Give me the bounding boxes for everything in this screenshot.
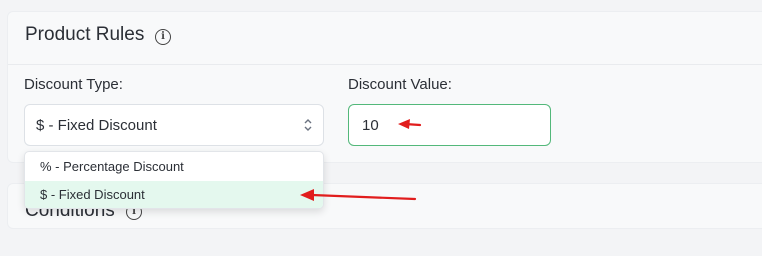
discount-type-select[interactable]: $ - Fixed Discount — [24, 104, 324, 146]
product-rules-title: Product Rules — [25, 24, 145, 45]
option-fixed-discount[interactable]: $ - Fixed Discount — [25, 181, 323, 208]
info-icon[interactable]: i — [155, 29, 171, 45]
chevron-up-down-icon — [304, 119, 312, 131]
option-percentage-discount[interactable]: % - Percentage Discount — [25, 153, 323, 181]
discount-type-dropdown: % - Percentage Discount $ - Fixed Discou… — [24, 151, 324, 209]
discount-type-selected-value: $ - Fixed Discount — [36, 117, 157, 134]
product-rules-header: Product Rules i — [8, 12, 762, 65]
discount-value-label: Discount Value: — [348, 76, 452, 93]
discount-value-input[interactable] — [348, 104, 551, 146]
discount-type-label: Discount Type: — [24, 76, 123, 93]
